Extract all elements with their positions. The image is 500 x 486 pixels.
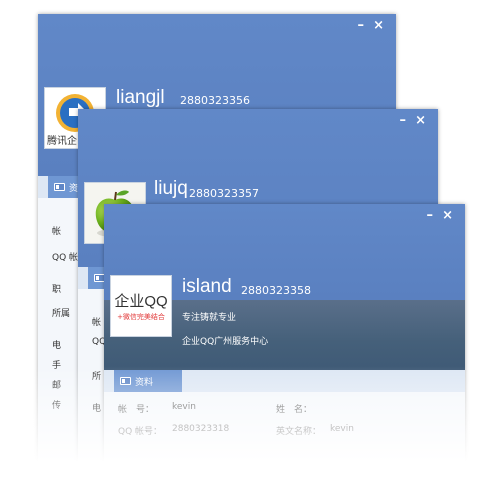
field-label: 电 bbox=[92, 404, 102, 414]
enterprise-qq-logo-icon: 企业QQ +微信完美结合 bbox=[111, 276, 171, 336]
user-id: 2880323356 bbox=[180, 94, 250, 107]
field-label: 职 bbox=[52, 285, 62, 295]
avatar-caption: 腾讯企 bbox=[47, 136, 77, 147]
field-label: 传 bbox=[52, 401, 62, 411]
field-label: 电 bbox=[52, 341, 62, 351]
user-id: 2880323357 bbox=[189, 187, 259, 200]
english-name-value: kevin bbox=[330, 424, 354, 434]
tab-bar: 资料 bbox=[104, 370, 465, 392]
user-name: liangjl bbox=[116, 87, 165, 108]
id-card-icon bbox=[120, 377, 131, 385]
tab-label: 资 bbox=[69, 183, 79, 194]
tab-label: 资料 bbox=[135, 377, 154, 388]
field-label: 帐 bbox=[52, 227, 62, 237]
avatar[interactable]: 企业QQ +微信完美结合 bbox=[110, 275, 172, 337]
user-name: liujq bbox=[154, 178, 188, 199]
minimize-button[interactable]: – bbox=[427, 209, 434, 223]
logo-sub-text: +微信完美结合 bbox=[117, 313, 165, 321]
close-button[interactable]: × bbox=[415, 114, 426, 128]
qq-account-label: QQ 帐号： bbox=[118, 427, 163, 437]
tab-profile[interactable]: 资料 bbox=[114, 370, 182, 392]
account-value: kevin bbox=[172, 402, 196, 412]
field-label: 所 bbox=[92, 372, 102, 382]
logo-main-text: 企业QQ bbox=[114, 293, 168, 310]
profile-body: 帐 号： kevin 姓 名： QQ 帐号： 2880323318 英文名称： … bbox=[104, 392, 465, 486]
close-button[interactable]: × bbox=[373, 19, 384, 33]
account-label: 帐 号： bbox=[118, 405, 155, 415]
english-name-label: 英文名称： bbox=[276, 427, 322, 437]
field-label: 所属 bbox=[52, 309, 71, 319]
user-name: island bbox=[182, 276, 232, 297]
name-label: 姓 名： bbox=[276, 405, 313, 415]
department-text: 企业QQ广州服务中心 bbox=[182, 337, 269, 347]
close-button[interactable]: × bbox=[442, 209, 453, 223]
profile-window-island: – × 企业QQ +微信完美结合 island 2880323358 专注铸就专… bbox=[104, 204, 465, 486]
field-label: 邮 bbox=[52, 381, 62, 391]
minimize-button[interactable]: – bbox=[400, 114, 407, 128]
user-id: 2880323358 bbox=[241, 284, 311, 297]
minimize-button[interactable]: – bbox=[358, 19, 365, 33]
signature-text: 专注铸就专业 bbox=[182, 313, 237, 323]
field-label: 手 bbox=[52, 361, 62, 371]
field-label: QQ 帐 bbox=[52, 253, 79, 263]
qq-account-value: 2880323318 bbox=[172, 424, 230, 434]
field-label: 帐 bbox=[92, 318, 102, 328]
id-card-icon bbox=[54, 183, 65, 191]
